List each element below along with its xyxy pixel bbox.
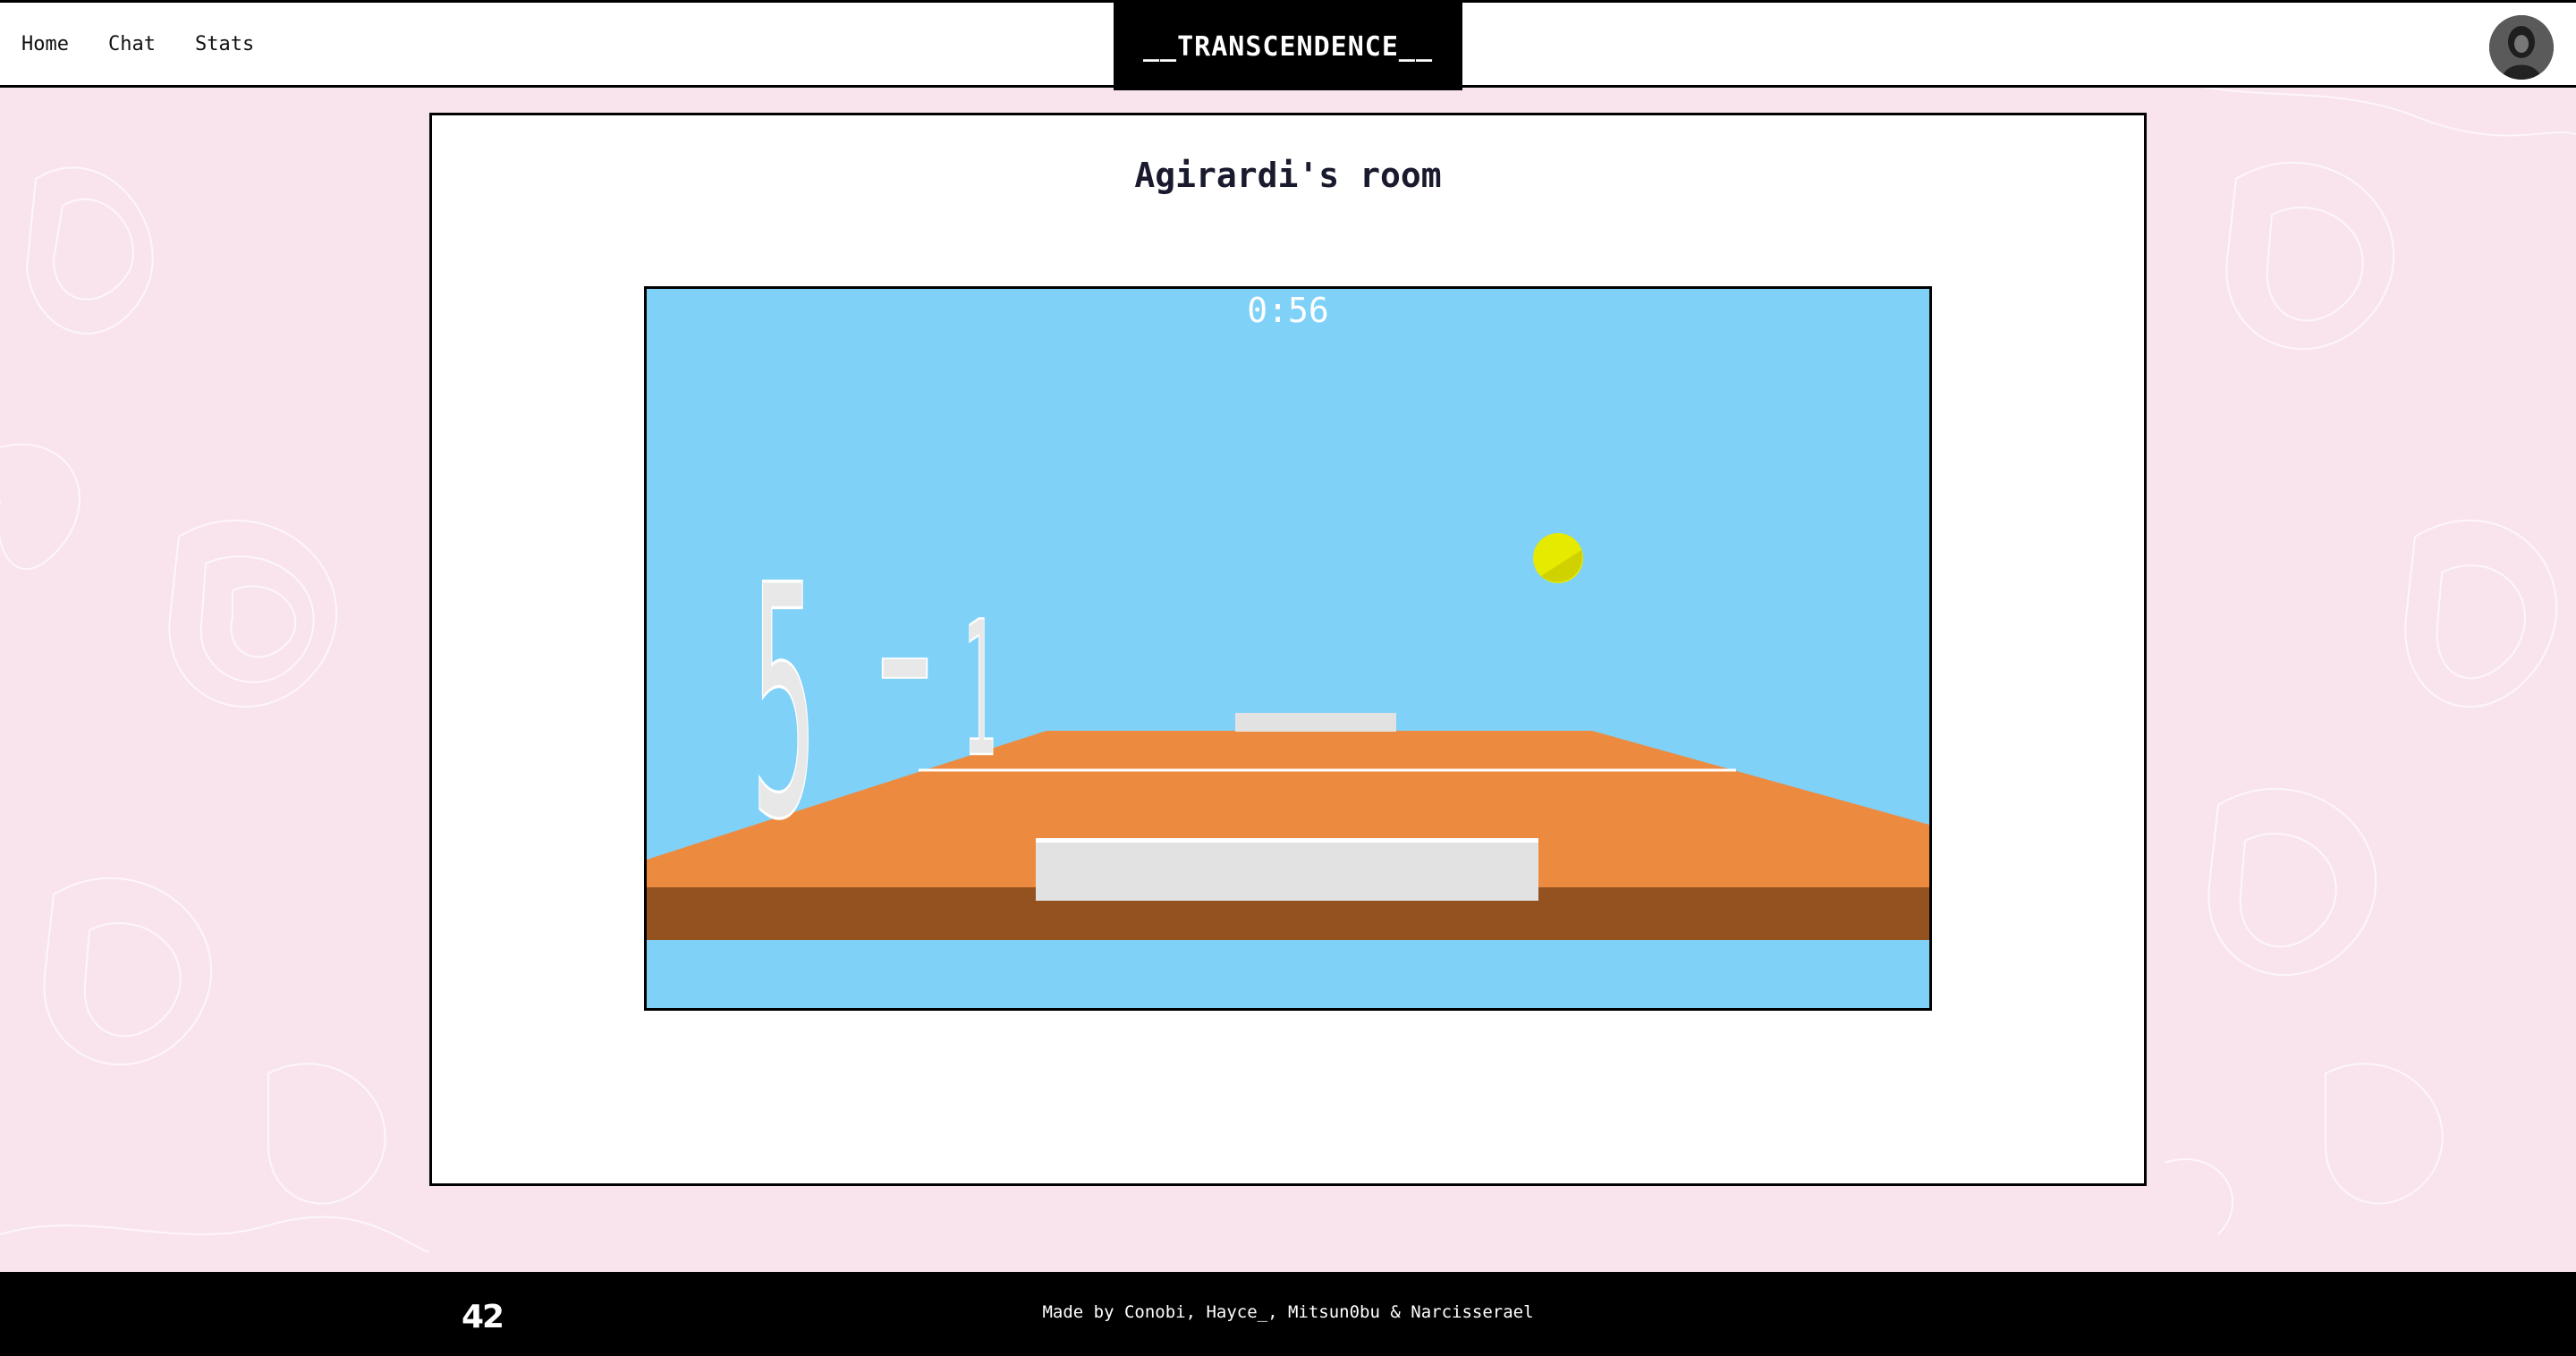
avatar-icon [2489,15,2554,80]
opponent-paddle [1235,713,1396,732]
nav-home-link[interactable]: Home [21,33,69,55]
top-navbar: Home Chat Stats __TRANSCENDENCE__ [0,0,2576,90]
score-right: 1 [963,583,998,800]
player-paddle-top [1036,838,1538,843]
game-scene: 5 - 1 [647,517,1929,940]
nav-chat-link[interactable]: Chat [108,33,156,55]
main-nav: Home Chat Stats [21,3,254,85]
score-left: 5 [751,518,817,890]
player-paddle [1036,838,1538,901]
score-separator: - [875,581,935,741]
brand-logo[interactable]: __TRANSCENDENCE__ [1114,3,1462,90]
footer: 42 Made by Conobi, Hayce_, Mitsun0bu & N… [0,1272,2576,1356]
footer-credits: Made by Conobi, Hayce_, Mitsun0bu & Narc… [1042,1302,1534,1322]
room-title: Agirardi's room [1134,156,1442,195]
game-canvas[interactable]: 5 - 1 0:56 [644,286,1932,1011]
nav-stats-link[interactable]: Stats [195,33,254,55]
match-timer: 0:56 [1247,291,1329,330]
user-avatar[interactable] [2489,15,2554,80]
